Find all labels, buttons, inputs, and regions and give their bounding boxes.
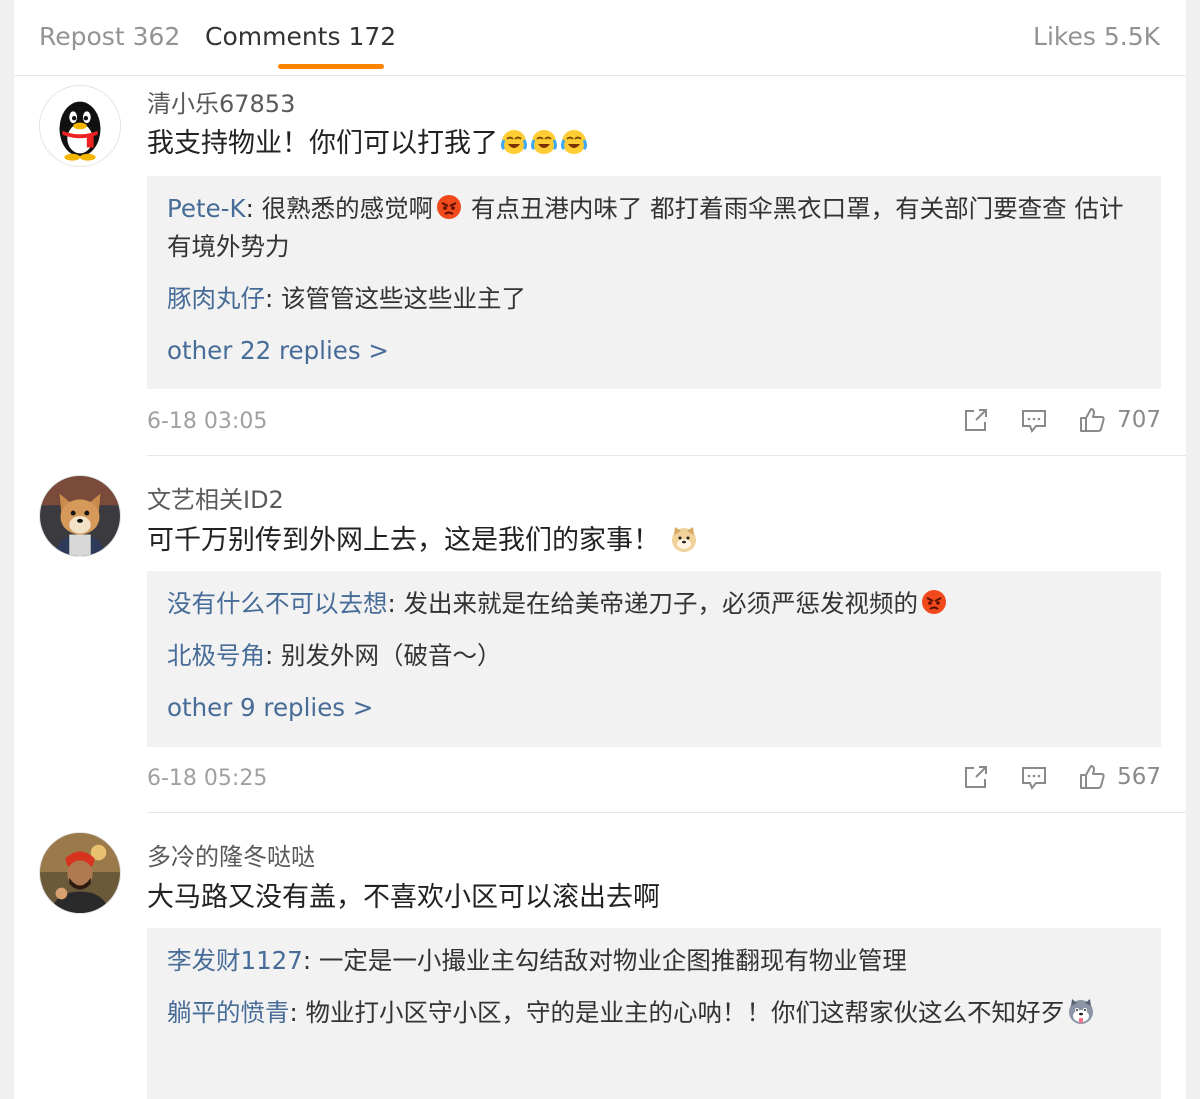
reply-box: Pete-K: 很熟悉的感觉啊 有点丑港内味了 都打着雨伞黑衣口罩，有关部门要查… (147, 176, 1161, 389)
crying-laughing-emoji-icon (530, 128, 558, 156)
reply-separator: : (302, 946, 319, 975)
comment-actions: 707 (933, 405, 1161, 435)
reply-item: 李发财1127: 一定是一小撮业主勾结敌对物业企图推翻现有物业管理 (167, 942, 1141, 980)
husky-emoji-icon (1067, 997, 1095, 1025)
tab-bar: Repost 362 Comments 172 Likes 5.5K (14, 0, 1186, 76)
reply-text: 很熟悉的感觉啊 (261, 194, 434, 223)
reply-item: 豚肉丸仔: 该管管这些这些业主了 (167, 280, 1141, 318)
comment-time: 6-18 05:25 (147, 766, 268, 791)
crying-laughing-emoji-icon (500, 128, 528, 156)
reply-separator: : (289, 998, 306, 1027)
like-count: 707 (1117, 407, 1161, 433)
share-icon[interactable] (961, 405, 991, 435)
comment-username[interactable]: 多冷的隆冬哒哒 (147, 837, 315, 872)
comment-text-content: 大马路又没有盖，不喜欢小区可以滚出去啊 (147, 882, 660, 913)
comment-time: 6-18 03:05 (147, 409, 268, 434)
reply-username[interactable]: 李发财1127 (167, 946, 303, 975)
qq-penguin-icon (40, 86, 120, 166)
tab-likes[interactable]: Likes 5.5K (1033, 22, 1160, 51)
reply-item: 躺平的愤青: 物业打小区守小区，守的是业主的心呐！！你们这帮家伙这么不知好歹 (167, 994, 1141, 1032)
comment-text-content: 可千万别传到外网上去，这是我们的家事！ (147, 525, 660, 556)
comment-text-content: 我支持物业！你们可以打我了 (147, 128, 498, 159)
avatar[interactable] (39, 85, 121, 167)
reply-box: 没有什么不可以去想: 发出来就是在给美帝递刀子，必须严惩发视频的 北极号角: 别… (147, 571, 1161, 747)
like-count: 567 (1117, 764, 1161, 790)
reply-item: 没有什么不可以去想: 发出来就是在给美帝递刀子，必须严惩发视频的 (167, 585, 1141, 623)
comment-icon[interactable] (1019, 405, 1049, 435)
reply-username[interactable]: 躺平的愤青 (167, 998, 290, 1027)
avatar[interactable] (39, 832, 121, 914)
comment-icon[interactable] (1019, 762, 1049, 792)
reply-text: 发出来就是在给美帝递刀子，必须严惩发视频的 (403, 589, 919, 618)
comment-username[interactable]: 文艺相关ID2 (147, 480, 284, 515)
comment-divider (147, 812, 1186, 813)
comment-text: 大马路又没有盖，不喜欢小区可以滚出去啊 (147, 875, 660, 914)
reply-text: 物业打小区守小区，守的是业主的心呐！！你们这帮家伙这么不知好歹 (305, 998, 1066, 1027)
avatar[interactable] (39, 475, 121, 557)
person-photo-icon (40, 833, 120, 913)
reply-username[interactable]: 北极号角 (167, 641, 265, 670)
reply-text: 一定是一小撮业主勾结敌对物业企图推翻现有物业管理 (318, 946, 907, 975)
comment-meta: 6-18 03:05 707 (147, 403, 1161, 443)
shiba-dog-icon (40, 476, 120, 556)
reply-box: 李发财1127: 一定是一小撮业主勾结敌对物业企图推翻现有物业管理 躺平的愤青:… (147, 928, 1161, 1099)
tab-comments[interactable]: Comments 172 (205, 22, 396, 51)
crying-laughing-emoji-icon (560, 128, 588, 156)
comment-text: 我支持物业！你们可以打我了 (147, 121, 588, 160)
comment-username[interactable]: 清小乐67853 (147, 84, 295, 119)
more-replies-link[interactable]: other 9 replies > (167, 689, 1141, 739)
reply-separator: : (387, 589, 404, 618)
reply-username[interactable]: 没有什么不可以去想 (167, 589, 388, 618)
tab-repost[interactable]: Repost 362 (39, 22, 180, 51)
reply-text: 该管管这些这些业主了 (281, 284, 527, 313)
active-tab-indicator (278, 64, 384, 69)
comment-divider (147, 455, 1186, 456)
share-icon[interactable] (961, 762, 991, 792)
reply-separator: : (245, 194, 262, 223)
reply-username[interactable]: 豚肉丸仔 (167, 284, 265, 313)
comments-page: Repost 362 Comments 172 Likes 5.5K 清小乐67… (14, 0, 1186, 1099)
reply-item: Pete-K: 很熟悉的感觉啊 有点丑港内味了 都打着雨伞黑衣口罩，有关部门要查… (167, 190, 1141, 266)
like-icon[interactable] (1077, 762, 1107, 792)
reply-item: 北极号角: 别发外网（破音～） (167, 637, 1141, 675)
comment-text: 可千万别传到外网上去，这是我们的家事！ (147, 518, 698, 557)
reply-text: 别发外网（破音～） (281, 641, 502, 670)
more-replies-link[interactable]: other 22 replies > (167, 332, 1141, 382)
reply-username[interactable]: Pete-K (167, 194, 246, 223)
angry-emoji-icon (435, 193, 463, 221)
angry-emoji-icon (920, 588, 948, 616)
comment-actions: 567 (933, 762, 1161, 792)
like-icon[interactable] (1077, 405, 1107, 435)
reply-separator: : (265, 284, 282, 313)
comment-meta: 6-18 05:25 567 (147, 760, 1161, 800)
reply-separator: : (265, 641, 282, 670)
doge-emoji-icon (670, 525, 698, 553)
